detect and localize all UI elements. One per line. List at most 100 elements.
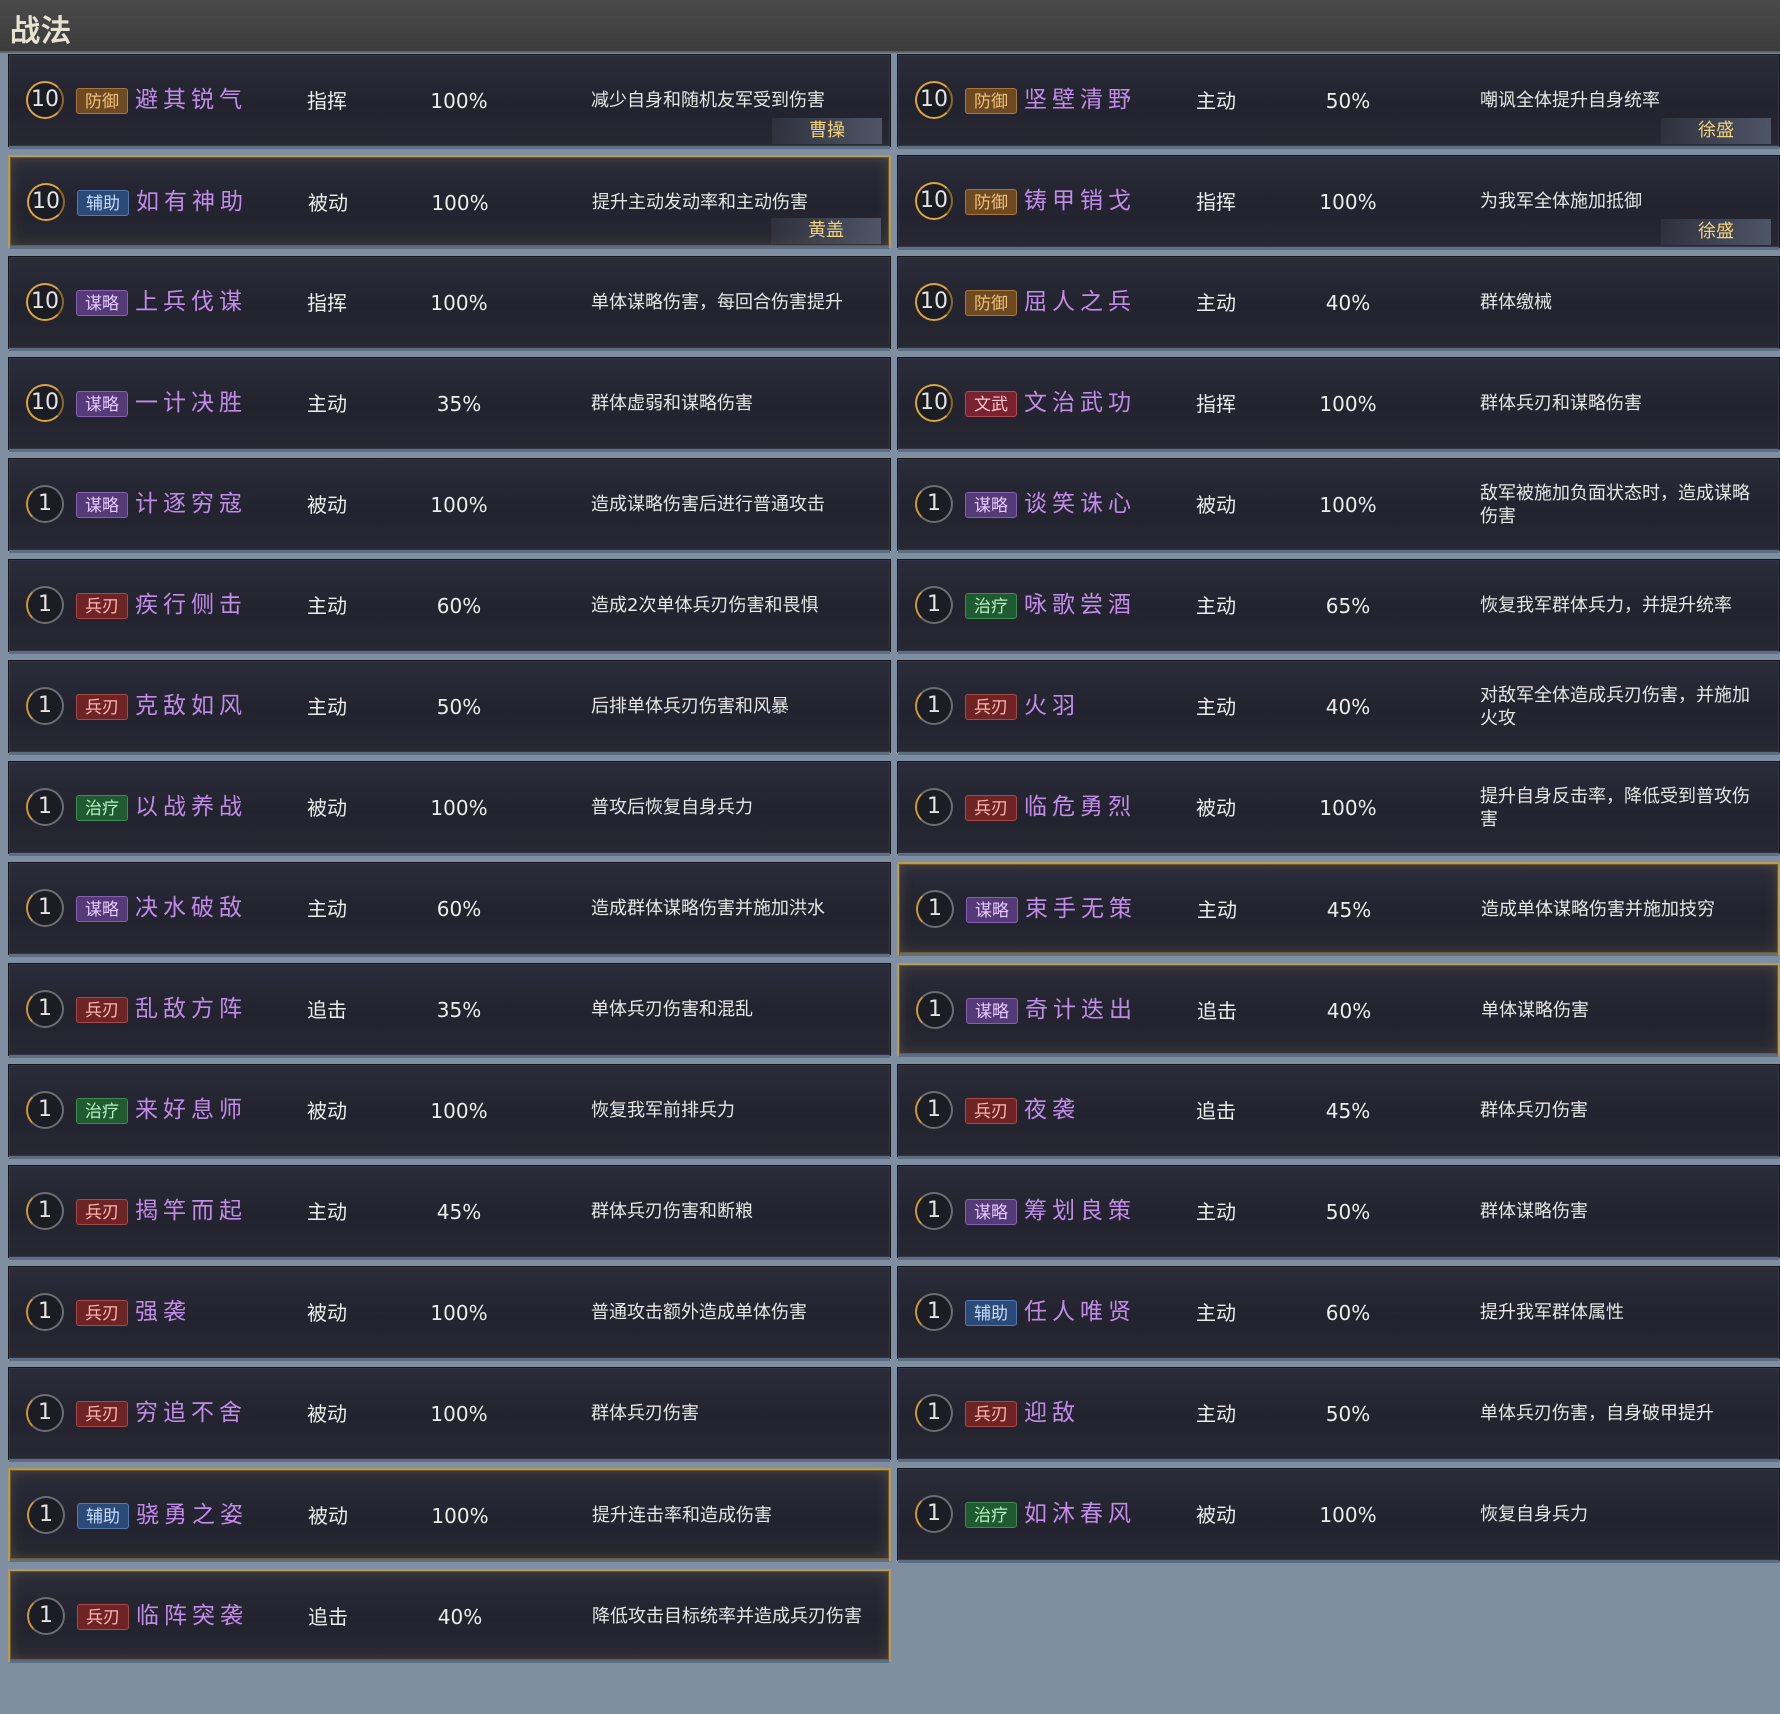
skill-rate: 35% bbox=[436, 998, 482, 1022]
skill-rate: 100% bbox=[430, 1301, 488, 1325]
skill-kind: 被动 bbox=[308, 1504, 348, 1528]
skill-level-badge: 1 bbox=[915, 1394, 953, 1432]
skill-kind: 被动 bbox=[307, 796, 347, 820]
skill-name: 临阵突袭 bbox=[136, 1603, 248, 1629]
skill-level-badge: 1 bbox=[916, 890, 954, 928]
skill-description: 恢复自身兵力 bbox=[1480, 1504, 1588, 1525]
skill-rate: 40% bbox=[1325, 695, 1371, 719]
skill-row[interactable]: 1 谋略 谈笑诛心 被动 100% 敌军被施加负面状态时，造成谋略伤害 bbox=[897, 458, 1780, 553]
skill-level-badge: 10 bbox=[915, 283, 953, 321]
skill-row[interactable]: 1 兵刃 迎敌 主动 50% 单体兵刃伤害，自身破甲提升 bbox=[897, 1367, 1780, 1462]
skill-description: 单体谋略伤害，每回合伤害提升 bbox=[591, 292, 843, 313]
skill-rate: 100% bbox=[430, 796, 488, 820]
skill-description: 单体兵刃伤害，自身破甲提升 bbox=[1480, 1403, 1714, 1424]
skill-row[interactable]: 1 兵刃 强袭 被动 100% 普通攻击额外造成单体伤害 bbox=[8, 1266, 891, 1361]
skill-row[interactable]: 1 治疗 以战养战 被动 100% 普攻后恢复自身兵力 bbox=[8, 761, 891, 856]
skill-row[interactable]: 1 兵刃 临阵突袭 追击 40% 降低攻击目标统率并造成兵刃伤害 bbox=[8, 1569, 891, 1663]
skill-kind: 被动 bbox=[1196, 796, 1236, 820]
skill-name: 乱敌方阵 bbox=[135, 996, 247, 1022]
skill-name: 来好息师 bbox=[135, 1097, 247, 1123]
skill-type-tag: 防御 bbox=[965, 290, 1017, 316]
skill-row[interactable]: 1 兵刃 火羽 主动 40% 对敌军全体造成兵刃伤害，并施加火攻 bbox=[897, 660, 1780, 755]
skill-row[interactable]: 10 防御 避其锐气 指挥 100% 减少自身和随机友军受到伤害 曹操 bbox=[8, 54, 891, 149]
skill-kind: 主动 bbox=[1196, 89, 1236, 113]
skill-row[interactable]: 1 兵刃 临危勇烈 被动 100% 提升自身反击率，降低受到普攻伤害 bbox=[897, 761, 1780, 856]
skill-description: 群体兵刃伤害 bbox=[591, 1403, 699, 1424]
skill-description: 后排单体兵刃伤害和风暴 bbox=[591, 696, 789, 717]
skill-level-badge: 10 bbox=[915, 81, 953, 119]
skill-row[interactable]: 1 兵刃 夜袭 追击 45% 群体兵刃伤害 bbox=[897, 1064, 1780, 1159]
skill-row[interactable]: 1 谋略 计逐穷寇 被动 100% 造成谋略伤害后进行普通攻击 bbox=[8, 458, 891, 553]
skill-description: 造成群体谋略伤害并施加洪水 bbox=[591, 898, 825, 919]
skill-row[interactable]: 10 辅助 如有神助 被动 100% 提升主动发动率和主动伤害 黄盖 bbox=[8, 155, 891, 249]
skill-level-badge: 1 bbox=[915, 1293, 953, 1331]
skill-description: 群体谋略伤害 bbox=[1480, 1201, 1588, 1222]
skill-rate: 50% bbox=[1325, 1402, 1371, 1426]
skill-row[interactable]: 1 治疗 来好息师 被动 100% 恢复我军前排兵力 bbox=[8, 1064, 891, 1159]
skill-type-tag: 兵刃 bbox=[76, 1300, 128, 1326]
skill-owner-label: 曹操 bbox=[772, 118, 882, 144]
skill-row[interactable]: 10 文武 文治武功 指挥 100% 群体兵刃和谋略伤害 bbox=[897, 357, 1780, 452]
skill-row[interactable]: 10 谋略 上兵伐谋 指挥 100% 单体谋略伤害，每回合伤害提升 bbox=[8, 256, 891, 351]
skill-row[interactable]: 1 兵刃 疾行侧击 主动 60% 造成2次单体兵刃伤害和畏惧 bbox=[8, 559, 891, 654]
skill-rate: 60% bbox=[436, 897, 482, 921]
skill-row[interactable]: 1 辅助 骁勇之姿 被动 100% 提升连击率和造成伤害 bbox=[8, 1468, 891, 1562]
skill-type-tag: 兵刃 bbox=[77, 1604, 129, 1630]
skill-type-tag: 兵刃 bbox=[965, 694, 1017, 720]
skill-row[interactable]: 10 防御 屈人之兵 主动 40% 群体缴械 bbox=[897, 256, 1780, 351]
skill-name: 以战养战 bbox=[135, 794, 247, 820]
skill-kind: 追击 bbox=[307, 998, 347, 1022]
skill-description: 单体谋略伤害 bbox=[1481, 1000, 1589, 1021]
skill-row[interactable]: 10 谋略 一计决胜 主动 35% 群体虚弱和谋略伤害 bbox=[8, 357, 891, 452]
skill-name: 铸甲销戈 bbox=[1024, 188, 1136, 214]
skill-description: 恢复我军前排兵力 bbox=[591, 1100, 735, 1121]
skill-kind: 被动 bbox=[307, 1301, 347, 1325]
skill-row[interactable]: 1 兵刃 穷追不舍 被动 100% 群体兵刃伤害 bbox=[8, 1367, 891, 1462]
skill-type-tag: 谋略 bbox=[966, 897, 1018, 923]
skill-level-badge: 1 bbox=[26, 990, 64, 1028]
skill-row[interactable]: 10 防御 铸甲销戈 指挥 100% 为我军全体施加抵御 徐盛 bbox=[897, 155, 1780, 250]
skill-kind: 被动 bbox=[1196, 1503, 1236, 1527]
skill-type-tag: 谋略 bbox=[76, 492, 128, 518]
skill-owner-label: 徐盛 bbox=[1661, 219, 1771, 245]
skill-kind: 被动 bbox=[307, 493, 347, 517]
skill-name: 如有神助 bbox=[136, 189, 248, 215]
skill-kind: 主动 bbox=[1197, 898, 1237, 922]
skill-row[interactable]: 1 兵刃 乱敌方阵 追击 35% 单体兵刃伤害和混乱 bbox=[8, 963, 891, 1058]
skill-kind: 追击 bbox=[1196, 1099, 1236, 1123]
skill-list-right: 10 防御 坚壁清野 主动 50% 嘲讽全体提升自身统率 徐盛 10 防御 铸甲销戈 指挥 100% 为… bbox=[897, 54, 1780, 1569]
skill-type-tag: 谋略 bbox=[965, 492, 1017, 518]
skill-type-tag: 治疗 bbox=[965, 1502, 1017, 1528]
skill-row[interactable]: 1 谋略 束手无策 主动 45% 造成单体谋略伤害并施加技穷 bbox=[897, 862, 1780, 956]
skill-row[interactable]: 1 谋略 筹划良策 主动 50% 群体谋略伤害 bbox=[897, 1165, 1780, 1260]
skill-name: 避其锐气 bbox=[135, 87, 247, 113]
skill-type-tag: 文武 bbox=[965, 391, 1017, 417]
skill-level-badge: 1 bbox=[26, 1394, 64, 1432]
skill-row[interactable]: 1 辅助 任人唯贤 主动 60% 提升我军群体属性 bbox=[897, 1266, 1780, 1361]
skill-row[interactable]: 1 治疗 如沐春风 被动 100% 恢复自身兵力 bbox=[897, 1468, 1780, 1563]
skill-row[interactable]: 1 谋略 奇计迭出 追击 40% 单体谋略伤害 bbox=[897, 963, 1780, 1057]
skill-row[interactable]: 1 兵刃 揭竿而起 主动 45% 群体兵刃伤害和断粮 bbox=[8, 1165, 891, 1260]
skill-level-badge: 1 bbox=[915, 1192, 953, 1230]
skill-level-badge: 1 bbox=[915, 485, 953, 523]
skill-row[interactable]: 1 治疗 咏歌尝酒 主动 65% 恢复我军群体兵力，并提升统率 bbox=[897, 559, 1780, 654]
skill-name: 咏歌尝酒 bbox=[1024, 592, 1136, 618]
skill-row[interactable]: 1 兵刃 克敌如风 主动 50% 后排单体兵刃伤害和风暴 bbox=[8, 660, 891, 755]
skill-type-tag: 兵刃 bbox=[965, 1098, 1017, 1124]
skill-kind: 被动 bbox=[307, 1099, 347, 1123]
skill-kind: 追击 bbox=[308, 1605, 348, 1629]
skill-kind: 指挥 bbox=[307, 89, 347, 113]
skill-row[interactable]: 10 防御 坚壁清野 主动 50% 嘲讽全体提升自身统率 徐盛 bbox=[897, 54, 1780, 149]
skill-name: 奇计迭出 bbox=[1025, 997, 1137, 1023]
skill-description: 群体虚弱和谋略伤害 bbox=[591, 393, 753, 414]
skill-level-badge: 1 bbox=[915, 1495, 953, 1533]
skill-row[interactable]: 1 谋略 决水破敌 主动 60% 造成群体谋略伤害并施加洪水 bbox=[8, 862, 891, 957]
skill-rate: 50% bbox=[1325, 89, 1371, 113]
skill-level-badge: 1 bbox=[26, 485, 64, 523]
skill-name: 束手无策 bbox=[1025, 896, 1137, 922]
skill-rate: 100% bbox=[1319, 392, 1377, 416]
skill-kind: 主动 bbox=[1196, 1301, 1236, 1325]
skill-rate: 65% bbox=[1325, 594, 1371, 618]
skill-type-tag: 兵刃 bbox=[76, 997, 128, 1023]
skill-type-tag: 治疗 bbox=[965, 593, 1017, 619]
